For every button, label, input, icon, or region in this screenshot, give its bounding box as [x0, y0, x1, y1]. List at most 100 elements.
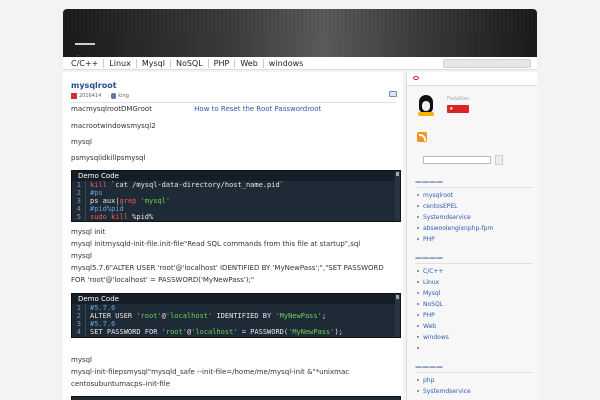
eye-icon — [413, 76, 419, 80]
code-text: #5.7.6 — [90, 320, 116, 328]
widget-link[interactable]: Systemdservice — [415, 212, 533, 223]
code-line: 4 #pid%pid — [72, 205, 400, 213]
widget-link[interactable]: mysqlroot — [415, 190, 533, 201]
widget-link[interactable]: PHP — [415, 234, 533, 245]
code-line: 2 #ps — [72, 189, 400, 197]
line-number: 4 — [72, 205, 86, 213]
nav-item-linux[interactable]: Linux — [104, 59, 137, 68]
paragraph: mysql — [71, 356, 92, 364]
code-text: #5.7.6 — [90, 304, 116, 312]
paragraph: macmysqlrootDMGroot How to Reset the Roo… — [71, 104, 321, 115]
code-lines: 1 kill `cat /mysql-data-directory/host_na… — [72, 181, 400, 221]
nav-item-php[interactable]: PHP — [209, 59, 236, 68]
code-line: 1 #5.7.6 — [72, 304, 400, 312]
post-content: mysqlroot 2016414 king macmysqlrootDMGro… — [63, 72, 403, 400]
code-header: Demo Code — [72, 171, 400, 181]
widget-title: ———— — [415, 363, 533, 373]
widget-link[interactable]: windows — [415, 332, 533, 343]
post-date: 2016414 — [79, 93, 102, 99]
code-line: 4 SET PASSWORD FOR 'root'@'localhost' = P… — [72, 328, 400, 336]
paragraph: FOR 'root'@'localhost' = PASSWORD('MyNew… — [71, 276, 255, 284]
code-text: kill `cat /mysql-data-directory/host_nam… — [90, 181, 284, 189]
paragraph: mysql initmysqld-init-file.init-file"Rea… — [71, 240, 361, 248]
nav-item-web[interactable]: Web — [235, 59, 264, 68]
paragraph-text: macmysqlrootDMGroot — [71, 105, 152, 113]
code-line: 3 ps aux|grep 'mysql' — [72, 197, 400, 205]
widget-link[interactable]: Web — [415, 321, 533, 332]
comment-icon[interactable] — [389, 91, 397, 97]
widget-title: ———— — [415, 178, 533, 188]
tags-widget: ———— php Systemdservice — [415, 363, 533, 397]
code-text: SET PASSWORD FOR 'root'@'localhost' = PA… — [90, 328, 343, 336]
code-text: ps aux|grep 'mysql' — [90, 197, 171, 205]
code-lines: 1 #5.7.6 2 ALTER USER 'root'@'localhost' ID… — [72, 304, 400, 336]
nav-item-cpp[interactable]: C/C++ — [71, 59, 105, 68]
widget-link[interactable]: Linux — [415, 277, 533, 288]
rss-icon[interactable] — [417, 132, 427, 142]
widget-link[interactable] — [415, 343, 533, 354]
categories-widget: ———— C/C++ Linux Mysql NoSQL PHP Web win… — [415, 254, 533, 354]
paragraph: psmysqlidkillpsmysql — [71, 154, 146, 162]
avatar — [415, 93, 437, 117]
code-block — [71, 396, 401, 400]
paragraph: mysql init — [71, 228, 106, 236]
penguin-feet — [418, 112, 434, 116]
paragraph: mysql-init-filepsmysql"mysqld_safe --ini… — [71, 368, 350, 376]
post-author[interactable]: king — [118, 93, 129, 99]
code-text: sudo kill %pid% — [90, 213, 154, 221]
sidebar-search-button[interactable] — [495, 155, 503, 165]
code-scrollbar[interactable] — [395, 294, 400, 337]
widget-link[interactable]: centosEPEL — [415, 201, 533, 212]
nav-item-mysql[interactable]: Mysql — [137, 59, 171, 68]
site-header: . — [63, 9, 537, 58]
sidebar: Fedallian ★ ———— mysqlroot centosEPEL Sy… — [406, 72, 537, 400]
code-text: #pid%pid — [90, 205, 124, 213]
main-nav: C/C++ Linux Mysql NoSQL PHP Web windows — [63, 57, 537, 70]
widget-title: ———— — [415, 254, 533, 264]
post-title[interactable]: mysqlroot — [71, 81, 117, 90]
sidebar-topbar — [407, 72, 537, 86]
header-stripe — [63, 9, 537, 33]
paragraph: mysql — [71, 252, 92, 260]
widget-link[interactable]: PHP — [415, 310, 533, 321]
line-number: 3 — [72, 197, 86, 205]
line-number: 2 — [72, 312, 86, 320]
paragraph: mysql — [71, 138, 92, 146]
line-number: 2 — [72, 189, 86, 197]
code-line: 5 sudo kill %pid% — [72, 213, 400, 221]
code-line: 2 ALTER USER 'root'@'localhost' IDENTIFIE… — [72, 312, 400, 320]
sidebar-username: Fedallian — [447, 96, 470, 102]
widget-link[interactable]: abswoolengixnphp-fpm — [415, 223, 533, 234]
code-block: Demo Code 1 kill `cat /mysql-data-directo… — [71, 170, 401, 222]
sidebar-search-input[interactable] — [423, 156, 491, 164]
divider — [69, 102, 397, 103]
nav-item-nosql[interactable]: NoSQL — [171, 59, 209, 68]
site-title[interactable] — [75, 43, 95, 45]
line-number: 3 — [72, 320, 86, 328]
widget-link[interactable]: php — [415, 375, 533, 386]
code-block: Demo Code 1 #5.7.6 2 ALTER USER 'root'@'loc… — [71, 293, 401, 338]
code-line: 3 #5.7.6 — [72, 320, 400, 328]
nav-item-windows[interactable]: windows — [264, 59, 309, 68]
code-line: 1 kill `cat /mysql-data-directory/host_na… — [72, 181, 400, 189]
widget-link[interactable]: Systemdservice — [415, 386, 533, 397]
line-number: 5 — [72, 213, 86, 221]
recent-posts-widget: ———— mysqlroot centosEPEL Systemdservice… — [415, 178, 533, 245]
user-icon — [111, 93, 117, 99]
penguin-belly — [422, 101, 430, 111]
code-header: Demo Code — [72, 294, 400, 304]
line-number: 1 — [72, 181, 86, 189]
widget-link[interactable]: Mysql — [415, 288, 533, 299]
code-scrollbar[interactable] — [395, 171, 400, 221]
code-text: ALTER USER 'root'@'localhost' IDENTIFIED… — [90, 312, 327, 320]
paragraph: mysql5.7.6"ALTER USER 'root'@'localhost'… — [71, 264, 384, 272]
widget-link[interactable]: C/C++ — [415, 266, 533, 277]
paragraph: centosubuntumacps–init-file — [71, 380, 171, 388]
post-meta: 2016414 king — [71, 93, 129, 99]
line-number: 1 — [72, 304, 86, 312]
widget-link[interactable]: NoSQL — [415, 299, 533, 310]
search-input[interactable] — [443, 59, 531, 68]
reset-password-link[interactable]: How to Reset the Root Passwordroot — [194, 105, 321, 113]
follow-button[interactable]: ★ — [447, 105, 469, 113]
code-text: #ps — [90, 189, 103, 197]
